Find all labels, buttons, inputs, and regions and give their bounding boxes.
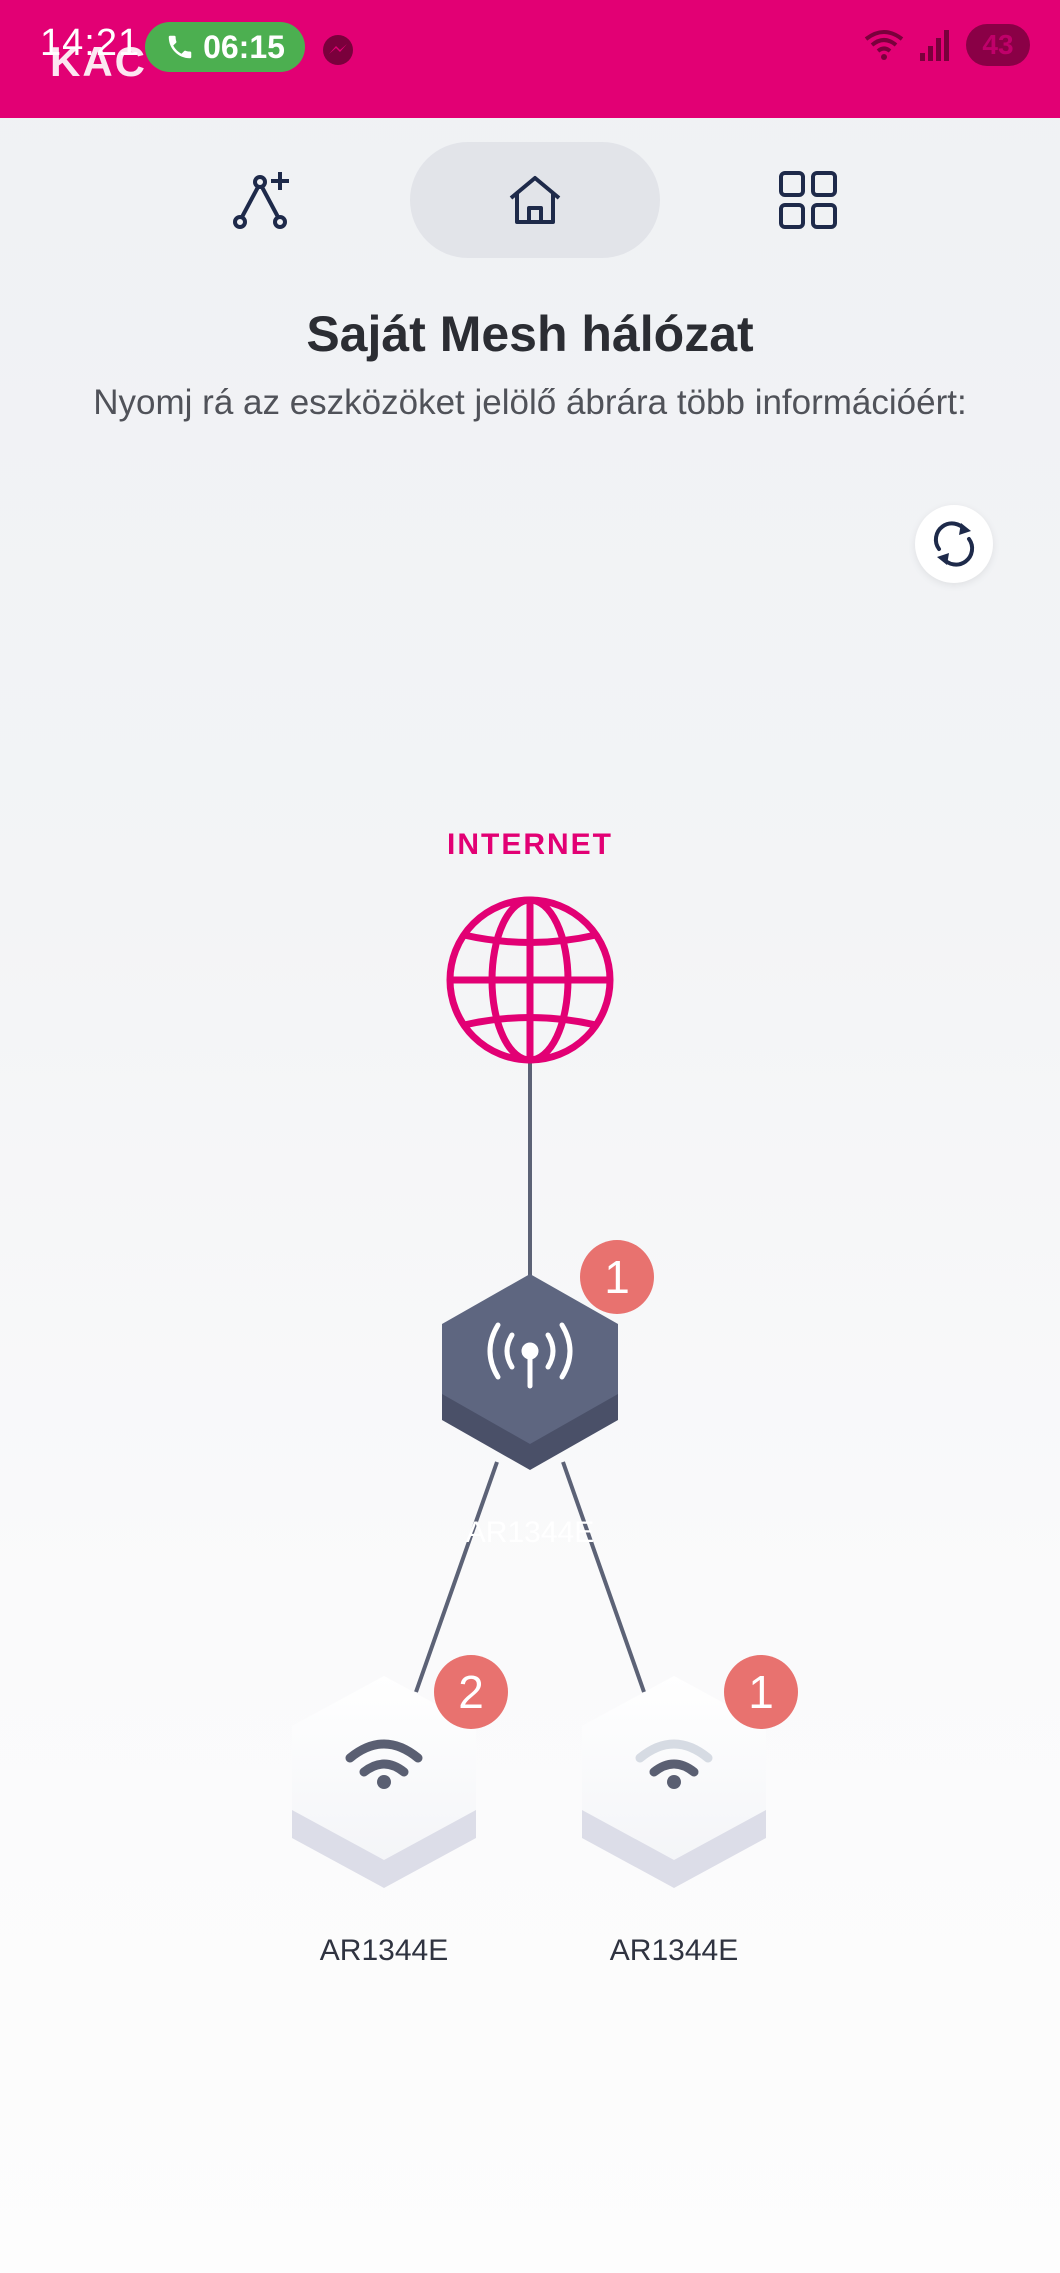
router-client-badge: 1 — [580, 1240, 654, 1314]
link-router-satellite-2 — [561, 1461, 646, 1693]
satellite-2-client-badge: 1 — [724, 1655, 798, 1729]
satellite-2-label: AR1344E — [609, 1934, 739, 1967]
mesh-topology — [292, 896, 766, 1888]
globe-icon[interactable] — [446, 896, 614, 1064]
router-label: AR1344E — [465, 1516, 595, 1549]
satellite-1-label: AR1344E — [319, 1934, 449, 1967]
satellite-1-client-badge: 2 — [434, 1655, 508, 1729]
internet-label: INTERNET — [447, 828, 613, 861]
